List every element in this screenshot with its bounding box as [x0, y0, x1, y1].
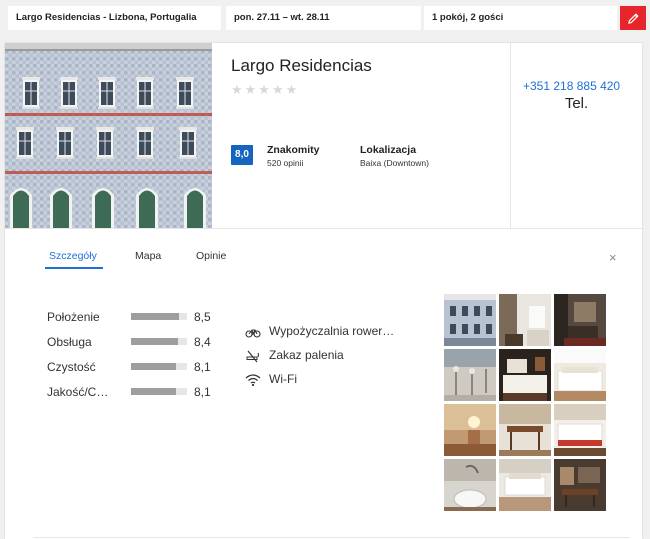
score-bar [131, 338, 187, 345]
divider [5, 228, 642, 229]
guests-field[interactable]: 1 pokój, 2 gości [424, 6, 617, 30]
tab-details[interactable]: Szczegóły [49, 250, 97, 262]
score-value: 8,1 [194, 360, 211, 374]
location-label: Lokalizacja [360, 144, 417, 156]
no-smoking-icon [246, 350, 259, 363]
rating-label: Znakomity [267, 144, 320, 156]
close-icon[interactable]: × [609, 250, 617, 265]
tab-reviews[interactable]: Opinie [196, 250, 226, 262]
score-bar [131, 363, 187, 370]
photo-thumbnail[interactable] [444, 459, 496, 511]
photo-thumbnail[interactable] [554, 459, 606, 511]
photo-thumbnail[interactable] [499, 404, 551, 456]
score-value: 8,1 [194, 385, 211, 399]
photo-thumbnail[interactable] [499, 294, 551, 346]
photo-thumbnail[interactable] [444, 404, 496, 456]
score-row: Położenie 8,5 [47, 310, 217, 326]
star-rating: ★★★★★ [231, 82, 300, 97]
photo-thumbnail[interactable] [499, 459, 551, 511]
score-label: Obsługa [47, 335, 92, 349]
amenity-label: Zakaz palenia [269, 348, 344, 362]
phone-link[interactable]: +351 218 885 420 [523, 79, 620, 93]
search-bar: Largo Residencias - Lizbona, Portugalia … [0, 0, 650, 38]
photo-thumbnail[interactable] [554, 404, 606, 456]
score-row: Czystość 8,1 [47, 360, 217, 376]
pencil-icon [627, 13, 638, 24]
bicycle-icon [245, 329, 261, 338]
score-bar [131, 313, 187, 320]
score-badge: 8,0 [231, 145, 253, 165]
score-value: 8,4 [194, 335, 211, 349]
active-tab-indicator [45, 267, 103, 269]
photo-thumbnail[interactable] [499, 349, 551, 401]
score-bar [131, 388, 187, 395]
location-value: Baixa (Downtown) [360, 158, 429, 168]
score-row: Obsługa 8,4 [47, 335, 217, 351]
photo-thumbnail[interactable] [554, 349, 606, 401]
review-count[interactable]: 520 opinii [267, 158, 303, 168]
score-row: Jakość/C… 8,1 [47, 385, 217, 401]
amenity-label: Wi-Fi [269, 372, 297, 386]
hotel-photo[interactable] [5, 43, 212, 228]
dates-field[interactable]: pon. 27.11 – wt. 28.11 [226, 6, 421, 30]
amenity-label: Wypożyczalnia rower… [269, 324, 395, 338]
photo-thumbnail[interactable] [444, 349, 496, 401]
hotel-name[interactable]: Largo Residencias [231, 56, 372, 76]
destination-field[interactable]: Largo Residencias - Lizbona, Portugalia [8, 6, 221, 30]
score-label: Położenie [47, 310, 100, 324]
edit-search-button[interactable] [620, 6, 646, 30]
divider [33, 537, 630, 538]
score-value: 8,5 [194, 310, 211, 324]
score-label: Czystość [47, 360, 96, 374]
wifi-icon [245, 374, 261, 387]
hotel-card: Largo Residencias ★★★★★ 8,0 Znakomity 52… [5, 43, 642, 539]
divider [510, 43, 511, 228]
tab-map[interactable]: Mapa [135, 250, 161, 262]
phone-label: Tel. [564, 95, 589, 112]
photo-thumbnail[interactable] [444, 294, 496, 346]
score-label: Jakość/C… [47, 385, 109, 399]
photo-thumbnail[interactable] [554, 294, 606, 346]
